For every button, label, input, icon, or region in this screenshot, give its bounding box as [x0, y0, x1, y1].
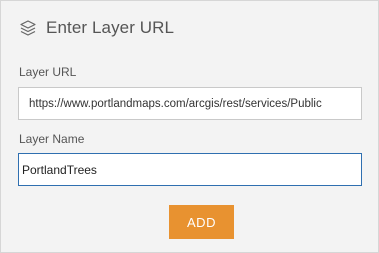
add-button[interactable]: ADD — [169, 205, 234, 239]
layer-name-label: Layer Name — [19, 132, 85, 146]
add-layer-panel: Enter Layer URL Layer URL Layer Name ADD — [0, 0, 379, 253]
layer-name-input[interactable] — [18, 153, 362, 186]
layers-icon — [19, 19, 37, 37]
layer-url-input[interactable] — [18, 87, 362, 120]
panel-title: Enter Layer URL — [46, 18, 175, 37]
layer-url-label: Layer URL — [19, 65, 77, 79]
panel-header: Enter Layer URL — [19, 18, 174, 38]
